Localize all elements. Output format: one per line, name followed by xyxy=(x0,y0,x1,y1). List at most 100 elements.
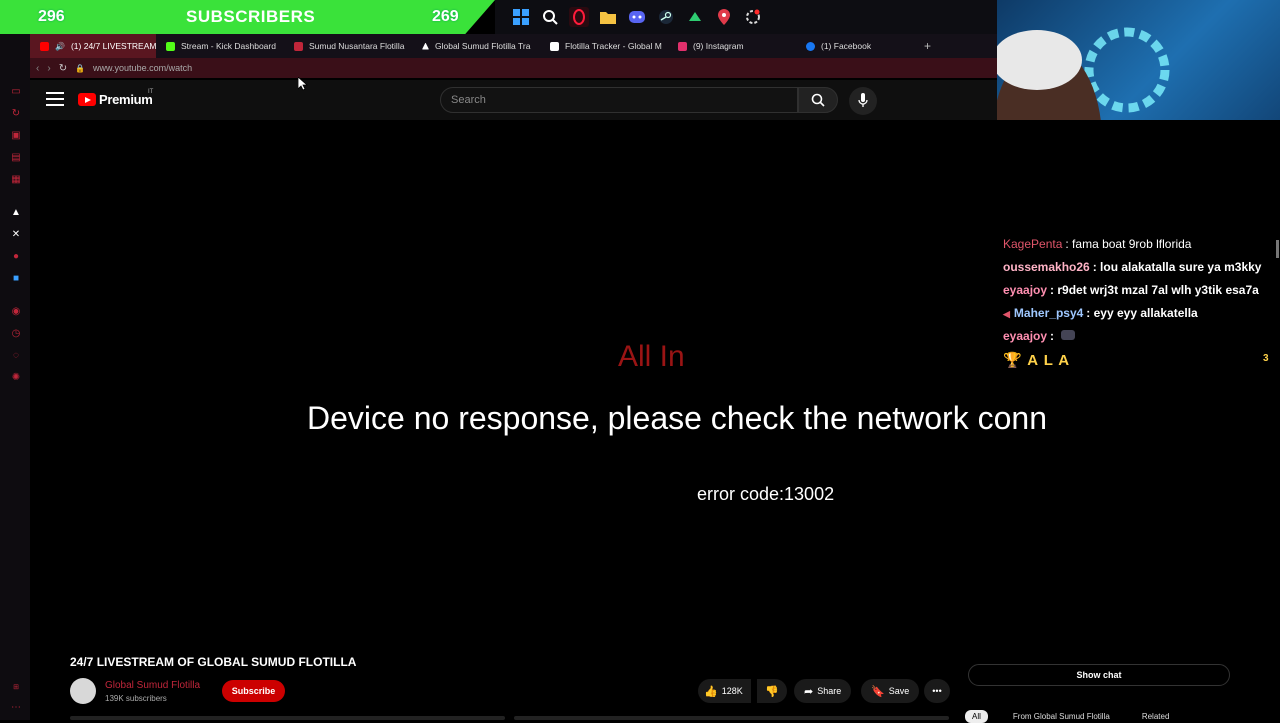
more-icon: ••• xyxy=(932,686,942,696)
opera-icon[interactable] xyxy=(569,7,589,27)
share-button[interactable]: ➦ Share xyxy=(794,679,852,703)
clock-icon[interactable]: ◷ xyxy=(10,328,22,340)
play-icon[interactable]: ◉ xyxy=(10,306,22,318)
comments-box[interactable] xyxy=(514,716,949,720)
app-sidebar-icon[interactable]: ▲ xyxy=(10,207,22,219)
subscriber-count-left: 296 xyxy=(38,8,65,25)
more-icon[interactable]: ⋯ xyxy=(10,702,22,714)
tab-flotilla-tracker[interactable]: Flotilla Tracker - Global M xyxy=(540,34,668,58)
bookmark-icon: 🔖 xyxy=(871,685,885,698)
tab-label: (1) Facebook xyxy=(821,41,872,51)
video-player[interactable] xyxy=(30,120,1280,645)
history-icon[interactable]: ↻ xyxy=(10,108,22,120)
reload-icon[interactable]: ↻ xyxy=(59,63,67,74)
taskbar xyxy=(495,0,997,34)
chat-scrollbar[interactable] xyxy=(1276,240,1279,258)
tab-global-sumud[interactable]: Global Sumud Flotilla Tra xyxy=(412,34,540,58)
video-overlay-title: All In xyxy=(618,340,685,373)
video-error-code: error code:13002 xyxy=(697,484,835,504)
more-actions-button[interactable]: ••• xyxy=(924,679,950,703)
emote-icon xyxy=(1061,330,1076,340)
settings-icon[interactable] xyxy=(743,7,763,27)
app-icon[interactable] xyxy=(685,7,705,27)
shield-icon[interactable]: ■ xyxy=(10,273,22,285)
like-count: 128K xyxy=(721,686,743,696)
dislike-button[interactable]: 👎 xyxy=(757,679,787,703)
youtube-logo-text[interactable]: Premium xyxy=(99,92,153,107)
chip-all[interactable]: All xyxy=(965,710,988,723)
extensions-icon[interactable]: ⊞ xyxy=(10,682,22,694)
subscribe-button[interactable]: Subscribe xyxy=(222,680,285,702)
tab-facebook[interactable]: (1) Facebook xyxy=(796,34,924,58)
speaker-icon: 🔊 xyxy=(55,41,65,51)
chip-from-channel[interactable]: From Global Sumud Flotilla xyxy=(1006,710,1117,723)
back-icon[interactable]: ‹ xyxy=(36,63,39,74)
search-input[interactable] xyxy=(440,87,798,113)
share-icon: ➦ xyxy=(804,685,814,698)
music-icon[interactable]: ▤ xyxy=(10,152,22,164)
tab-sumud-nusantara[interactable]: Sumud Nusantara Flotilla xyxy=(284,34,412,58)
folder-icon[interactable] xyxy=(598,7,618,27)
like-button[interactable]: 👍 128K xyxy=(698,679,751,703)
save-button[interactable]: 🔖 Save xyxy=(861,679,920,703)
new-tab-icon[interactable]: + xyxy=(924,39,931,53)
chat-username: oussemakho26 xyxy=(1003,260,1090,274)
player-icon[interactable]: ▦ xyxy=(10,174,22,186)
chip-related[interactable]: Related xyxy=(1135,710,1177,723)
chat-overlay: KagePenta: fama boat 9rob lflorida ousse… xyxy=(997,236,1280,376)
chat-message: KagePenta: fama boat 9rob lflorida xyxy=(1003,237,1191,251)
chat-message: eyaajoy: xyxy=(1003,329,1076,343)
mouse-cursor-icon xyxy=(298,77,308,91)
windows-icon[interactable] xyxy=(511,7,531,27)
chat-text: : xyxy=(1050,329,1055,343)
settings-icon[interactable]: ✺ xyxy=(10,372,22,384)
url-field[interactable] xyxy=(93,63,494,73)
share-label: Share xyxy=(817,686,842,696)
pin-icon[interactable] xyxy=(714,7,734,27)
voice-search-button[interactable] xyxy=(849,87,877,115)
chat-message: 🏆 A L A xyxy=(1003,351,1073,369)
tab-label: Stream - Kick Dashboard xyxy=(181,41,276,51)
subscriber-banner-title: SUBSCRIBERS xyxy=(186,7,316,26)
messenger-icon[interactable]: ▭ xyxy=(10,86,22,98)
address-bar: ‹ › ↻ 🔒 xyxy=(30,58,997,78)
chat-badge-icon: ◀ xyxy=(1003,309,1010,319)
forward-icon[interactable]: › xyxy=(47,63,50,74)
chat-username: Maher_psy4 xyxy=(1013,306,1084,320)
video-error-message: Device no response, please check the net… xyxy=(307,400,1047,436)
channel-avatar[interactable] xyxy=(70,678,96,704)
browser-sidebar: ▭ ↻ ▣ ▤ ▦ ▲ ✕ ● ■ ◉ ◷ ◌ ✺ ⊞ ⋯ xyxy=(0,34,30,720)
chat-message: oussemakho26: lou alakatalla sure ya m3k… xyxy=(1003,260,1261,274)
subscriber-count-right: 269 xyxy=(432,8,459,25)
live-icon[interactable]: ● xyxy=(10,251,22,263)
discord-icon[interactable] xyxy=(627,7,647,27)
tab-label: (1) 24/7 LIVESTREAM xyxy=(70,41,156,51)
chat-text: : lou alakatalla sure ya m3kky xyxy=(1092,260,1262,274)
chat-username: eyaajoy xyxy=(1003,329,1048,343)
video-title: 24/7 LIVESTREAM OF GLOBAL SUMUD FLOTILLA xyxy=(70,655,357,669)
search-icon[interactable] xyxy=(540,7,560,27)
chat-username: KagePenta xyxy=(1003,237,1063,251)
description-box[interactable] xyxy=(70,716,505,720)
subscriber-banner: 296 SUBSCRIBERS 269 xyxy=(0,0,495,34)
tab-kick[interactable]: Stream - Kick Dashboard xyxy=(156,34,284,58)
bag-icon[interactable]: ▣ xyxy=(10,130,22,142)
chat-icon[interactable]: ◌ xyxy=(10,350,22,362)
related-chips: All From Global Sumud Flotilla Related xyxy=(965,710,1176,723)
tab-instagram[interactable]: (9) Instagram xyxy=(668,34,796,58)
chat-message: ◀ Maher_psy4: eyy eyy allakatella xyxy=(1003,306,1198,320)
tab-livestream[interactable]: 🔊 (1) 24/7 LIVESTREAM xyxy=(30,34,156,58)
chat-username: 🏆 A L A xyxy=(1003,352,1071,369)
country-code: IT xyxy=(148,89,154,95)
lock-icon: 🔒 xyxy=(75,63,86,73)
x-icon[interactable]: ✕ xyxy=(10,229,22,241)
search-icon xyxy=(811,93,825,107)
chat-text: : r9det wrj3t mzal 7al wlh y3tik esa7a xyxy=(1050,283,1259,297)
menu-icon[interactable] xyxy=(46,92,64,106)
search-button[interactable] xyxy=(798,87,838,113)
show-chat-button[interactable]: Show chat xyxy=(968,664,1230,686)
channel-name[interactable]: Global Sumud Flotilla xyxy=(105,680,200,691)
youtube-logo-icon[interactable] xyxy=(78,93,96,106)
chat-username: eyaajoy xyxy=(1003,283,1048,297)
steam-icon[interactable] xyxy=(656,7,676,27)
